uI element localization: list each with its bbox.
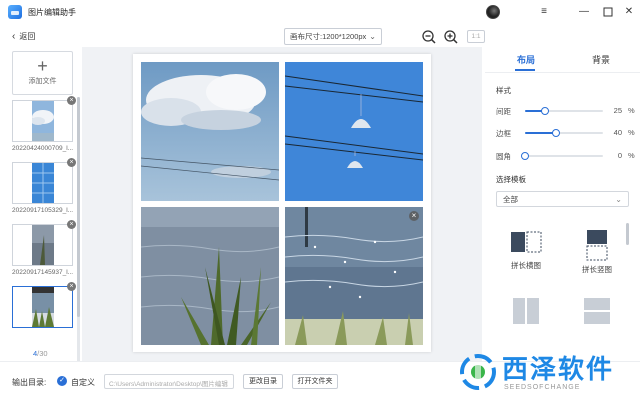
tab-background[interactable]: 背景	[592, 53, 610, 66]
collage-canvas[interactable]: ×	[133, 54, 431, 352]
vertical-layout-icon	[586, 230, 608, 261]
remove-file-icon[interactable]: ×	[67, 158, 76, 167]
minimize-icon[interactable]: —	[577, 5, 591, 19]
style-section-title: 样式	[496, 86, 511, 95]
two-rows-layout-icon	[584, 298, 610, 324]
add-file-label: 添加文件	[28, 78, 57, 85]
corner-value: 0	[617, 151, 622, 160]
user-avatar[interactable]	[486, 5, 500, 19]
collage-cell[interactable]	[141, 207, 279, 345]
file-thumbnail[interactable]: ×	[12, 220, 76, 266]
file-name: 20220917105329_l...	[12, 207, 74, 214]
file-list-scrollbar[interactable]	[77, 97, 80, 367]
output-path-input[interactable]: C:\Users\Administrator\Desktop\图片编辑	[104, 374, 234, 389]
template-scrollbar[interactable]	[626, 223, 629, 245]
collage-cell[interactable]	[141, 62, 279, 201]
template-filter-value: 全部	[503, 194, 518, 204]
file-name: 20220424000709_l...	[12, 145, 74, 152]
canvas-size-value: 画布尺寸:1200*1200px	[290, 32, 367, 41]
watermark-logo-icon	[460, 354, 496, 390]
file-item[interactable]: × 20220917145937_l...	[12, 220, 76, 276]
slider-handle[interactable]	[552, 129, 561, 137]
corner-slider[interactable]	[521, 152, 603, 160]
border-slider[interactable]	[525, 129, 603, 137]
remove-file-icon[interactable]: ×	[67, 96, 76, 105]
watermark-subtext: SEEDSOFCHANGE	[504, 384, 581, 391]
back-button[interactable]: ‹ 返回	[12, 31, 35, 42]
file-thumbnail[interactable]: ×	[12, 96, 76, 142]
border-label: 边框	[496, 129, 511, 138]
file-item[interactable]: ×	[12, 282, 76, 328]
file-name: 20220917145937_l...	[12, 269, 74, 276]
spacing-value: 25	[613, 106, 622, 115]
remove-file-icon[interactable]: ×	[67, 220, 76, 229]
watermark: 西泽软件 SEEDSOFCHANGE	[458, 352, 636, 398]
canvas-area: ×	[82, 47, 482, 361]
template-section-title: 选择模板	[496, 175, 526, 184]
collage-cell[interactable]	[285, 62, 423, 201]
change-dir-button[interactable]: 更改目录	[243, 374, 283, 389]
back-label: 返回	[19, 32, 36, 41]
app-title: 图片编辑助手	[28, 8, 76, 17]
spacing-unit: %	[628, 106, 635, 115]
add-file-button[interactable]: + 添加文件	[12, 51, 73, 95]
slider-handle[interactable]	[521, 152, 529, 160]
maximize-icon[interactable]	[601, 5, 615, 19]
page-counter: 4/30	[33, 349, 48, 358]
chevron-down-icon: ⌄	[369, 32, 376, 41]
zoom-in-icon[interactable]	[443, 29, 459, 45]
file-thumbnail[interactable]: ×	[12, 158, 76, 204]
app-logo-icon	[8, 5, 22, 19]
corner-label: 圆角	[496, 152, 511, 161]
close-window-icon[interactable]: ✕	[622, 5, 636, 19]
spacing-slider-row: 间距 25 %	[496, 105, 635, 117]
slider-handle[interactable]	[540, 107, 549, 115]
menu-icon[interactable]: ≡	[537, 5, 551, 19]
spacing-label: 间距	[496, 107, 511, 116]
watermark-text: 西泽软件	[502, 354, 615, 384]
border-unit: %	[628, 128, 635, 137]
chevron-down-icon: ⌄	[615, 194, 622, 204]
two-columns-layout-icon	[513, 298, 539, 324]
border-value: 40	[613, 128, 622, 137]
remove-file-icon[interactable]: ×	[67, 282, 76, 291]
remove-cell-icon[interactable]: ×	[409, 211, 419, 221]
template-two-columns[interactable]	[501, 297, 551, 327]
page-total: /30	[37, 349, 48, 358]
output-dir-label: 输出目录:	[12, 378, 47, 387]
template-label: 拼长竖图	[582, 265, 612, 274]
corner-unit: %	[628, 151, 635, 160]
horizontal-layout-icon	[511, 231, 542, 253]
tabs-divider	[485, 72, 640, 73]
title-bar: 图片编辑助手 ≡ — ✕	[0, 0, 640, 24]
custom-radio[interactable]: ✓	[57, 376, 67, 386]
plus-icon: +	[37, 56, 48, 76]
open-folder-button[interactable]: 打开文件夹	[292, 374, 338, 389]
file-thumbnail[interactable]: ×	[12, 282, 76, 328]
template-label: 拼长横图	[511, 261, 541, 270]
file-list-panel: + 添加文件 × 20220424000709_l... × 202209171…	[0, 47, 82, 367]
template-filter-select[interactable]: 全部 ⌄	[496, 191, 629, 207]
custom-label: 自定义	[71, 378, 95, 387]
settings-panel: 布局 背景 样式 间距 25 % 边框 40 % 圆角 0 % 选择模板 全部 …	[485, 47, 640, 361]
spacing-slider[interactable]	[525, 107, 603, 115]
template-vertical[interactable]: 拼长竖图	[572, 229, 622, 275]
zoom-out-icon[interactable]	[421, 29, 437, 45]
corner-slider-row: 圆角 0 %	[496, 150, 635, 162]
tab-layout[interactable]: 布局	[517, 53, 535, 66]
file-item[interactable]: × 20220917105329_l...	[12, 158, 76, 214]
collage-cell[interactable]: ×	[285, 207, 423, 345]
template-two-rows[interactable]	[572, 297, 622, 327]
border-slider-row: 边框 40 %	[496, 127, 635, 139]
file-item[interactable]: × 20220424000709_l...	[12, 96, 76, 152]
active-tab-indicator	[515, 69, 535, 71]
template-horizontal[interactable]: 拼长横图	[501, 231, 551, 271]
ratio-button[interactable]: 1:1	[467, 30, 485, 43]
canvas-size-select[interactable]: 画布尺寸:1200*1200px ⌄	[284, 28, 382, 45]
chevron-left-icon: ‹	[12, 31, 16, 42]
